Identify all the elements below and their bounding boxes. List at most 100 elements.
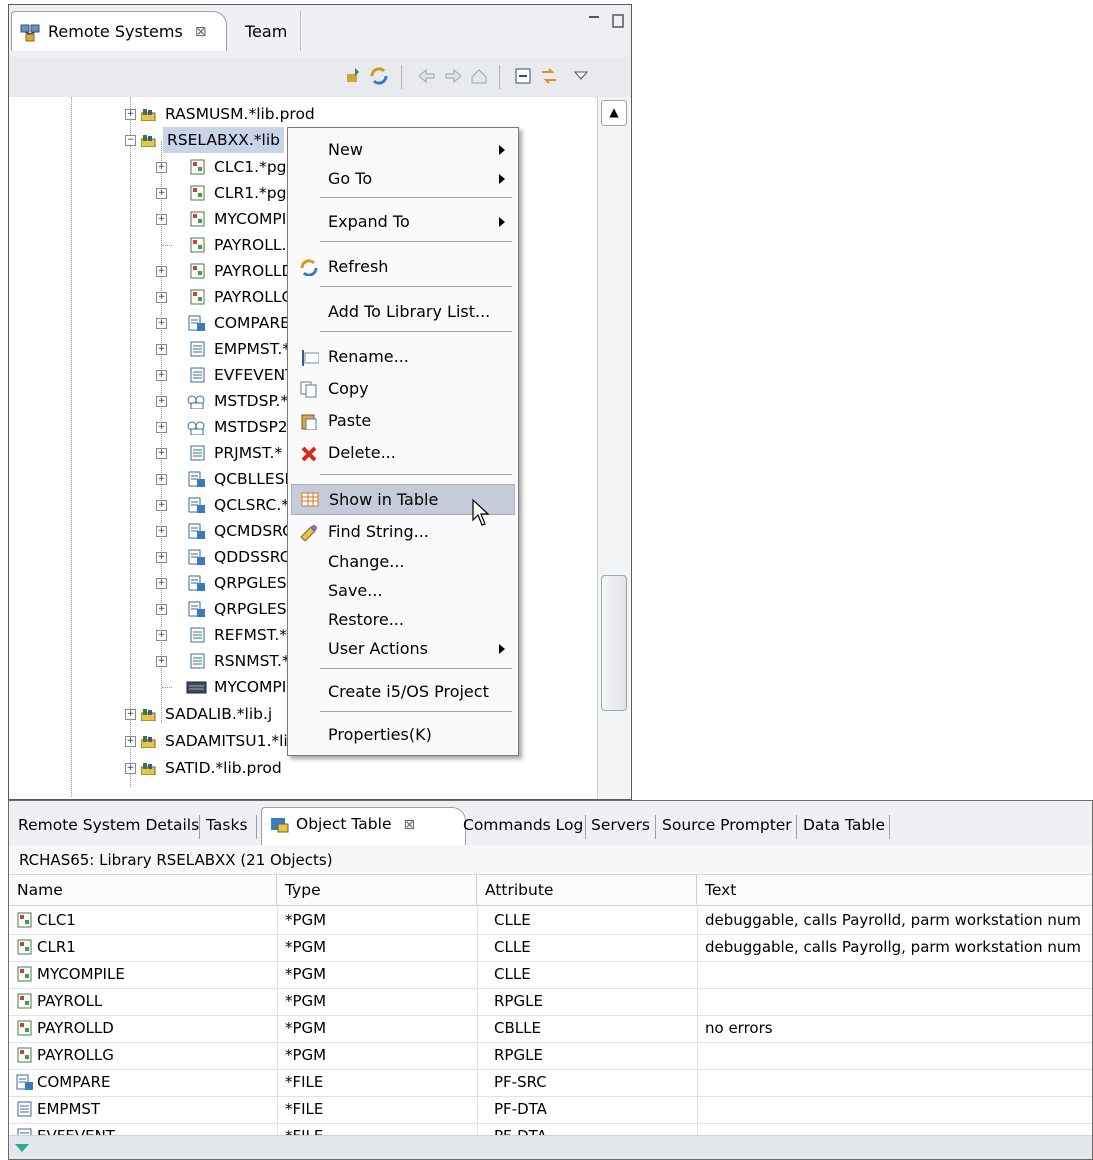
forward-icon[interactable] bbox=[443, 66, 463, 86]
expand-icon[interactable]: + bbox=[156, 370, 167, 381]
expand-icon[interactable]: + bbox=[156, 526, 167, 537]
cell-name: MYCOMPILE bbox=[37, 965, 125, 983]
tab-remote-system-details[interactable]: Remote System Details bbox=[18, 809, 199, 841]
tree-vertical-scrollbar[interactable]: ▲ bbox=[597, 97, 630, 799]
collapse-icon[interactable]: − bbox=[125, 135, 136, 146]
expand-icon[interactable]: + bbox=[156, 292, 167, 303]
menu-item-user-actions[interactable]: User Actions bbox=[291, 635, 515, 663]
submenu-arrow-icon bbox=[499, 644, 505, 654]
column-header-type[interactable]: Type bbox=[277, 875, 477, 905]
expand-icon[interactable]: + bbox=[156, 500, 167, 511]
object-table-view: Remote System Details Tasks Object Table… bbox=[8, 800, 1093, 1160]
tree-item-label: SADALIB.*lib.j bbox=[165, 705, 273, 723]
minimize-icon[interactable] bbox=[587, 13, 601, 27]
tab-label: Object Table bbox=[296, 815, 392, 833]
copy-icon bbox=[300, 381, 317, 398]
menu-item-new[interactable]: New bbox=[291, 136, 515, 164]
program-icon bbox=[17, 1020, 32, 1036]
link-with-editor-icon[interactable] bbox=[539, 66, 559, 86]
refresh-icon[interactable] bbox=[369, 66, 389, 86]
expand-icon[interactable]: + bbox=[125, 736, 136, 747]
tree-item-label: PAYROLL. bbox=[214, 236, 287, 254]
tree-item-label: PAYROLLD bbox=[214, 262, 294, 280]
expand-icon[interactable]: + bbox=[156, 162, 167, 173]
expand-icon[interactable]: + bbox=[156, 656, 167, 667]
menu-item-go-to[interactable]: Go To bbox=[291, 165, 515, 193]
program-icon bbox=[190, 159, 205, 175]
expand-icon[interactable]: + bbox=[125, 763, 136, 774]
expand-icon[interactable]: + bbox=[156, 552, 167, 563]
expand-down-icon[interactable] bbox=[15, 1144, 29, 1152]
tab-label: Source Prompter bbox=[662, 816, 792, 834]
scroll-up-icon[interactable]: ▲ bbox=[601, 100, 627, 126]
tab-remote-systems[interactable]: Remote Systems ⊠ bbox=[11, 11, 227, 51]
table-row[interactable]: CLC1 *PGM CLLE debuggable, calls Payroll… bbox=[9, 907, 1092, 935]
menu-item-paste[interactable]: Paste bbox=[291, 407, 515, 435]
home-icon[interactable] bbox=[469, 66, 489, 86]
table-row[interactable]: MYCOMPILE *PGM CLLE bbox=[9, 961, 1092, 989]
source-file-icon bbox=[188, 549, 205, 565]
table-row[interactable]: PAYROLLG *PGM RPGLE bbox=[9, 1042, 1092, 1070]
expand-icon[interactable]: + bbox=[156, 396, 167, 407]
expand-icon[interactable]: + bbox=[125, 109, 136, 120]
menu-item-label: Delete... bbox=[328, 443, 396, 462]
column-header-text[interactable]: Text bbox=[697, 875, 1092, 905]
file-icon bbox=[190, 445, 205, 461]
expand-icon[interactable]: + bbox=[156, 474, 167, 485]
expand-icon[interactable]: + bbox=[156, 344, 167, 355]
menu-item-rename[interactable]: Rename... bbox=[291, 343, 515, 371]
menu-item-copy[interactable]: Copy bbox=[291, 375, 515, 403]
table-row[interactable]: PAYROLL *PGM RPGLE bbox=[9, 988, 1092, 1016]
expand-icon[interactable]: + bbox=[156, 630, 167, 641]
tab-data-table[interactable]: Data Table bbox=[803, 809, 885, 841]
scrollbar-thumb[interactable] bbox=[601, 575, 627, 711]
back-icon[interactable] bbox=[417, 66, 437, 86]
expand-icon[interactable]: + bbox=[156, 448, 167, 459]
menu-item-save[interactable]: Save... bbox=[291, 577, 515, 605]
close-icon[interactable]: ⊠ bbox=[195, 24, 207, 40]
menu-item-label: User Actions bbox=[328, 639, 428, 658]
library-icon bbox=[141, 736, 156, 748]
tab-servers[interactable]: Servers bbox=[591, 809, 650, 841]
tab-commands-log[interactable]: Commands Log bbox=[463, 809, 583, 841]
tab-separator bbox=[889, 815, 890, 839]
column-header-name[interactable]: Name bbox=[9, 875, 277, 905]
tab-source-prompter[interactable]: Source Prompter bbox=[662, 809, 792, 841]
menu-item-create-project[interactable]: Create i5/OS Project bbox=[291, 678, 515, 706]
table-row[interactable]: COMPARE *FILE PF-SRC bbox=[9, 1069, 1092, 1097]
column-header-attribute[interactable]: Attribute bbox=[477, 875, 697, 905]
table-row[interactable]: PAYROLLD *PGM CBLLE no errors bbox=[9, 1015, 1092, 1043]
menu-item-delete[interactable]: Delete... bbox=[291, 439, 515, 467]
maximize-icon[interactable] bbox=[611, 13, 625, 29]
tree-item-label: QDDSSRC bbox=[214, 548, 291, 566]
expand-icon[interactable]: + bbox=[156, 318, 167, 329]
tree-item-label: COMPARE bbox=[214, 314, 290, 332]
expand-icon[interactable]: + bbox=[156, 266, 167, 277]
expand-icon[interactable]: + bbox=[156, 578, 167, 589]
menu-item-refresh[interactable]: Refresh bbox=[291, 253, 515, 281]
tab-team[interactable]: Team bbox=[231, 11, 301, 51]
menu-item-add-to-library-list[interactable]: Add To Library List... bbox=[291, 298, 515, 326]
context-menu: New Go To Expand To Refresh Add To Libra… bbox=[287, 127, 519, 756]
expand-icon[interactable]: + bbox=[125, 709, 136, 720]
menu-item-restore[interactable]: Restore... bbox=[291, 606, 515, 634]
table-footer bbox=[9, 1135, 1092, 1159]
table-row[interactable]: CLR1 *PGM CLLE debuggable, calls Payroll… bbox=[9, 934, 1092, 962]
cell-name: COMPARE bbox=[37, 1073, 111, 1091]
table-row[interactable]: EMPMST *FILE PF-DTA bbox=[9, 1096, 1092, 1124]
menu-item-properties[interactable]: Properties(K) bbox=[291, 721, 515, 749]
paste-icon bbox=[301, 414, 317, 430]
expand-icon[interactable]: + bbox=[156, 604, 167, 615]
expand-icon[interactable]: + bbox=[156, 188, 167, 199]
tab-tasks[interactable]: Tasks bbox=[206, 809, 248, 841]
collapse-all-icon[interactable] bbox=[513, 66, 533, 86]
close-icon[interactable]: ⊠ bbox=[404, 817, 416, 833]
expand-icon[interactable]: + bbox=[156, 422, 167, 433]
menu-item-change[interactable]: Change... bbox=[291, 548, 515, 576]
expand-icon[interactable]: + bbox=[156, 214, 167, 225]
view-menu-icon[interactable] bbox=[571, 66, 591, 86]
program-icon bbox=[17, 993, 32, 1009]
tab-object-table[interactable]: Object Table ⊠ bbox=[261, 807, 466, 845]
menu-item-expand-to[interactable]: Expand To bbox=[291, 208, 515, 236]
new-connection-icon[interactable] bbox=[345, 66, 365, 86]
